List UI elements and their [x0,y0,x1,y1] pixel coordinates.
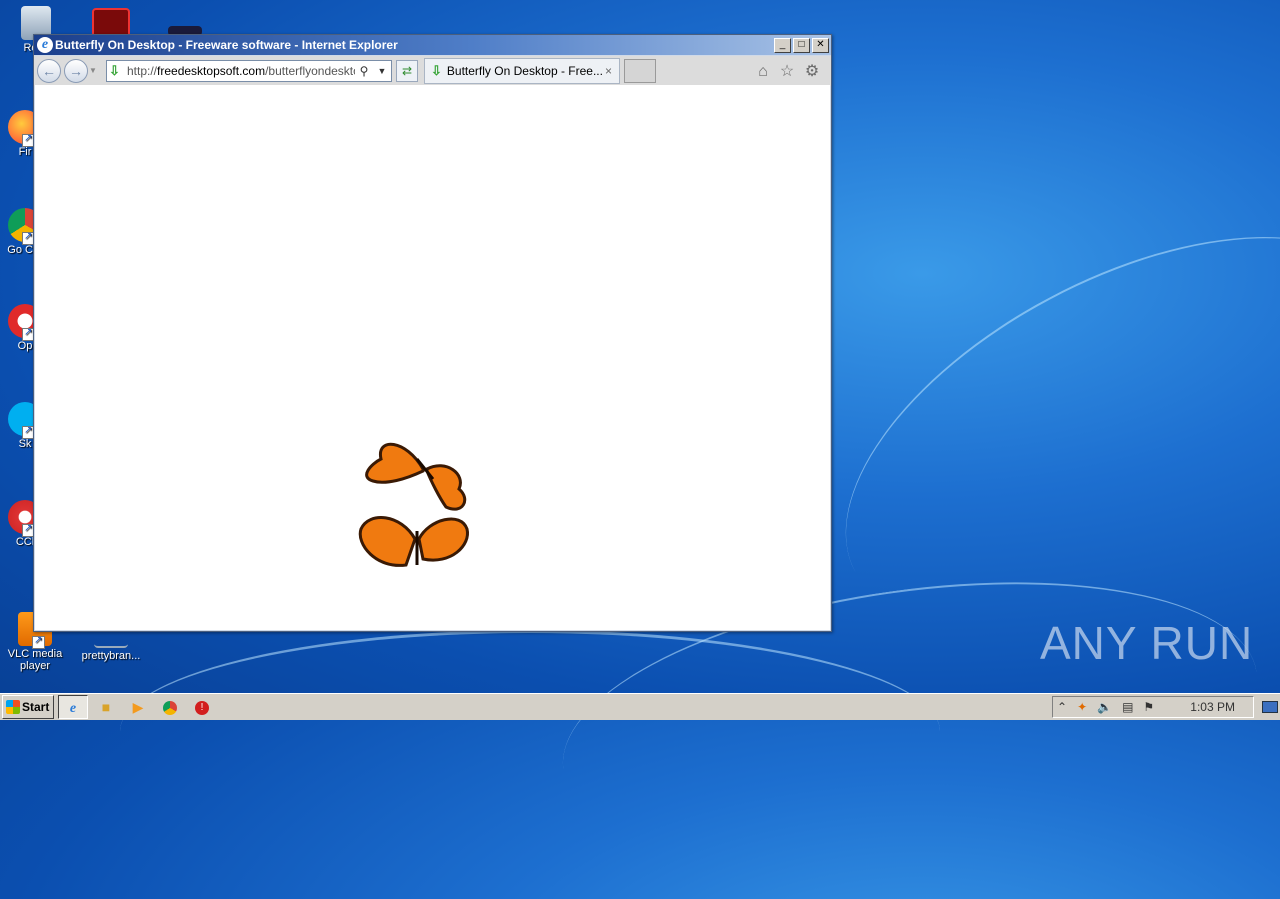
shortcut-arrow-icon [32,635,45,649]
desktop-icon-label: Fir [18,146,32,158]
start-label: Start [22,700,50,714]
taskbar-ie-button[interactable]: e [58,695,88,719]
back-button[interactable]: ← [37,59,61,83]
desktop-icon-label: CCl [15,536,35,548]
network-icon[interactable]: ▤ [1122,700,1133,714]
taskbar-explorer-button[interactable]: ■ [92,696,120,718]
butterfly-top [365,442,467,511]
show-desktop-button[interactable] [1262,697,1278,715]
taskbar-media-player-button[interactable]: ▶ [124,696,152,718]
folder-icon: ■ [101,699,111,715]
page-content [35,85,830,630]
tray-expand-icon[interactable]: ⌃ [1057,700,1067,714]
butterfly-bottom [358,516,469,567]
browser-window: e Butterfly On Desktop - Freeware softwa… [33,34,832,632]
ie-logo-icon: e [37,37,53,53]
url-prefix: http:// [127,64,158,78]
home-icon[interactable]: ⌂ [754,63,772,81]
clock[interactable]: 1:03 PM [1190,700,1235,714]
settings-gear-icon[interactable]: ⚙ [803,63,821,81]
search-icon[interactable]: ⚲ [355,62,373,80]
minimize-button[interactable]: _ [774,37,791,53]
taskbar-chrome-button[interactable] [156,696,184,718]
browser-tab[interactable]: ⇩ Butterfly On Desktop - Free... × [424,58,620,84]
desktop-icon-label: Op [17,340,33,352]
stop-icon: ! [195,701,209,716]
arrow-right-icon: → [69,63,83,79]
url-path: /butterflyondesktop [265,64,355,78]
address-dropdown-icon[interactable]: ▼ [373,62,391,80]
compatibility-refresh-button[interactable]: ⇄ [396,60,418,82]
desktop-icon-label: VLC media player [7,648,63,672]
window-titlebar[interactable]: e Butterfly On Desktop - Freeware softwa… [34,35,831,55]
chevron-down-icon: ▼ [89,66,97,75]
chrome-icon [163,701,177,716]
address-bar[interactable]: ⇩ http://freedesktopsoft.com/butterflyon… [106,60,392,82]
anyrun-watermark: ANY RUN [1040,617,1254,669]
refresh-icon: ⇄ [401,64,413,78]
maximize-button[interactable]: □ [793,37,810,53]
butterfly-tray-icon[interactable]: ✦ [1077,700,1087,714]
window-title: Butterfly On Desktop - Freeware software… [55,38,398,52]
media-player-icon: ▶ [132,699,144,715]
taskbar-stop-button[interactable]: ! [188,696,216,718]
ie-icon: e [69,701,77,716]
show-desktop-icon [1262,701,1278,713]
taskbar: Start e ■ ▶ ! ⌃ ✦ 🔈 ▤ ⚑ 1:03 PM [0,693,1280,720]
close-button[interactable]: ✕ [812,37,829,53]
tab-favicon-icon: ⇩ [431,63,442,78]
volume-icon[interactable]: 🔈 [1097,700,1112,714]
tab-title: Butterfly On Desktop - Free... [446,64,603,78]
forward-button[interactable]: → [64,59,88,83]
desktop-icon-label: Sk [18,438,32,450]
desktop-icon-label: prettybran... [81,650,141,662]
tab-close-button[interactable]: × [605,64,619,78]
browser-toolbar: ← → ▼ ⇩ http://freedesktopsoft.com/butte… [34,56,831,86]
start-button[interactable]: Start [2,695,54,719]
action-center-flag-icon[interactable]: ⚑ [1143,700,1154,714]
butterflies-image [358,442,469,567]
system-tray: ⌃ ✦ 🔈 ▤ ⚑ 1:03 PM [1052,696,1254,718]
arrow-left-icon: ← [42,63,56,79]
new-tab-button[interactable] [624,59,656,83]
windows-logo-icon [6,700,20,714]
address-url[interactable]: http://freedesktopsoft.com/butterflyonde… [127,64,355,78]
download-icon: ⇩ [109,63,120,78]
url-domain: freedesktopsoft.com [157,64,266,78]
favorites-star-icon[interactable]: ☆ [778,63,796,81]
history-dropdown-button[interactable]: ▼ [88,62,98,80]
